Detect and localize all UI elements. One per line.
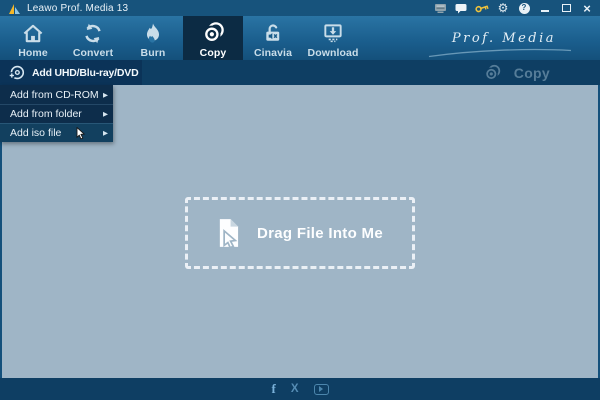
submenu-arrow-icon: ▶: [103, 110, 108, 118]
key-icon[interactable]: [475, 1, 489, 15]
maximize-button[interactable]: [559, 1, 573, 15]
home-icon: [21, 20, 45, 45]
chat-icon[interactable]: [454, 1, 468, 15]
dropzone-label: Drag File Into Me: [257, 224, 383, 242]
leawo-logo-icon: [9, 3, 20, 14]
main-nav: Home Convert Burn Copy Cinavia Download …: [0, 16, 600, 60]
add-source-menu: Add from CD-ROM ▶ Add from folder ▶ Add …: [0, 85, 113, 142]
titlebar: Leawo Prof. Media 13 ⚙ ? ×: [0, 0, 600, 16]
facebook-icon[interactable]: f: [271, 381, 275, 397]
tab-download[interactable]: Download: [303, 16, 363, 60]
copy-disc-icon: [201, 20, 226, 45]
maximize-icon: [561, 4, 571, 12]
cinavia-lock-icon: [261, 20, 285, 45]
file-dropzone[interactable]: Drag File Into Me: [185, 197, 415, 269]
minimize-button[interactable]: [538, 1, 552, 15]
close-icon: ×: [583, 0, 591, 16]
media-device-icon[interactable]: [433, 1, 447, 15]
window-title: Leawo Prof. Media 13: [27, 2, 129, 14]
menu-item-add-from-folder[interactable]: Add from folder ▶: [0, 104, 113, 123]
copy-disc-icon: [484, 64, 501, 80]
tab-convert[interactable]: Convert: [63, 16, 123, 60]
footer-bar: f X: [0, 378, 600, 400]
submenu-arrow-icon: ▶: [103, 90, 108, 99]
tab-copy[interactable]: Copy: [183, 16, 243, 60]
menu-item-add-from-cdrom[interactable]: Add from CD-ROM ▶: [0, 85, 113, 104]
add-disc-icon: [8, 65, 25, 80]
tab-burn[interactable]: Burn: [123, 16, 183, 60]
tab-cinavia[interactable]: Cinavia: [243, 16, 303, 60]
help-icon[interactable]: ?: [517, 1, 531, 15]
content-area: Add from CD-ROM ▶ Add from folder ▶ Add …: [0, 85, 600, 378]
tab-home[interactable]: Home: [3, 16, 63, 60]
convert-icon: [81, 20, 105, 45]
mouse-cursor: [76, 127, 86, 140]
gear-icon[interactable]: ⚙: [496, 1, 510, 15]
brand-script: Prof. Media: [451, 31, 556, 46]
close-button[interactable]: ×: [580, 1, 594, 15]
submenu-arrow-icon: ▶: [103, 129, 108, 137]
youtube-icon[interactable]: [313, 383, 329, 395]
file-drag-icon: [219, 219, 239, 248]
menu-item-add-iso-file[interactable]: Add iso file ▶: [0, 123, 113, 142]
copy-toolbar: Add UHD/Blu-ray/DVD Copy: [0, 60, 600, 85]
app-window: Leawo Prof. Media 13 ⚙ ? × Home Convert …: [0, 0, 600, 400]
minimize-icon: [541, 10, 549, 12]
burn-icon: [141, 20, 165, 45]
brand-swoosh: [428, 48, 572, 58]
download-icon: [321, 20, 345, 45]
add-source-button[interactable]: Add UHD/Blu-ray/DVD: [0, 60, 142, 85]
x-icon[interactable]: X: [291, 383, 299, 395]
copy-button[interactable]: Copy: [483, 64, 550, 82]
